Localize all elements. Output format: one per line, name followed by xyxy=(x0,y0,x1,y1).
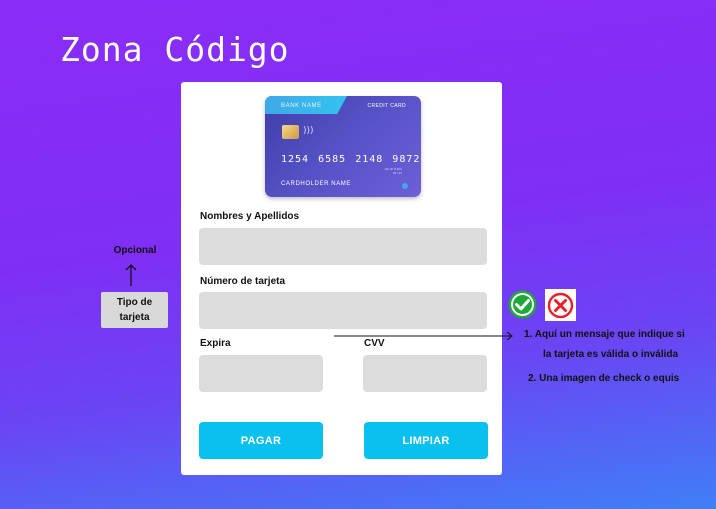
arrow-up-icon xyxy=(125,264,137,286)
cross-circle-icon xyxy=(547,292,574,318)
card-valid-thru: VALID THRU 05 / 25 xyxy=(384,167,402,175)
note-1-line2: la tarjeta es válida o inválida xyxy=(543,349,679,360)
pay-button[interactable]: PAGAR xyxy=(199,422,323,459)
note-2: 2. Una imagen de check o equis xyxy=(528,373,680,384)
clear-button[interactable]: LIMPIAR xyxy=(364,422,488,459)
contactless-icon: ))) xyxy=(303,126,314,136)
expiry-label: Expira xyxy=(200,338,231,349)
card-number-display: 1254 6585 2148 9872 xyxy=(281,154,421,165)
name-input[interactable] xyxy=(199,228,487,265)
card-type-line1: Tipo de xyxy=(116,297,153,308)
payment-form-panel: BANK NAME CREDIT CARD ))) 1254 6585 2148… xyxy=(181,82,502,475)
note-1-line1: 1. Aquí un mensaje que indique si xyxy=(524,329,685,340)
card-number-label: Número de tarjeta xyxy=(200,276,286,287)
invalid-indicator xyxy=(545,289,576,321)
expiry-input[interactable] xyxy=(199,355,323,392)
credit-card-preview: BANK NAME CREDIT CARD ))) 1254 6585 2148… xyxy=(265,96,421,197)
card-type-box: Tipo de tarjeta xyxy=(101,292,168,328)
card-number-input[interactable] xyxy=(199,292,487,329)
name-label: Nombres y Apellidos xyxy=(200,211,300,222)
card-type-label: CREDIT CARD xyxy=(367,103,406,109)
card-bank-name: BANK NAME xyxy=(281,103,322,109)
optional-label: Opcional xyxy=(113,245,157,256)
card-chip xyxy=(282,125,299,139)
card-holder-name: CARDHOLDER NAME xyxy=(281,181,352,187)
brand-title: Zona Código xyxy=(60,30,290,69)
check-circle-icon xyxy=(508,290,537,319)
card-valid-date: 05 / 25 xyxy=(392,171,402,175)
cvv-input[interactable] xyxy=(363,355,487,392)
annotation-arrow-icon xyxy=(334,331,513,341)
card-type-line2: tarjeta xyxy=(119,312,150,323)
card-logo-dot xyxy=(402,183,408,189)
